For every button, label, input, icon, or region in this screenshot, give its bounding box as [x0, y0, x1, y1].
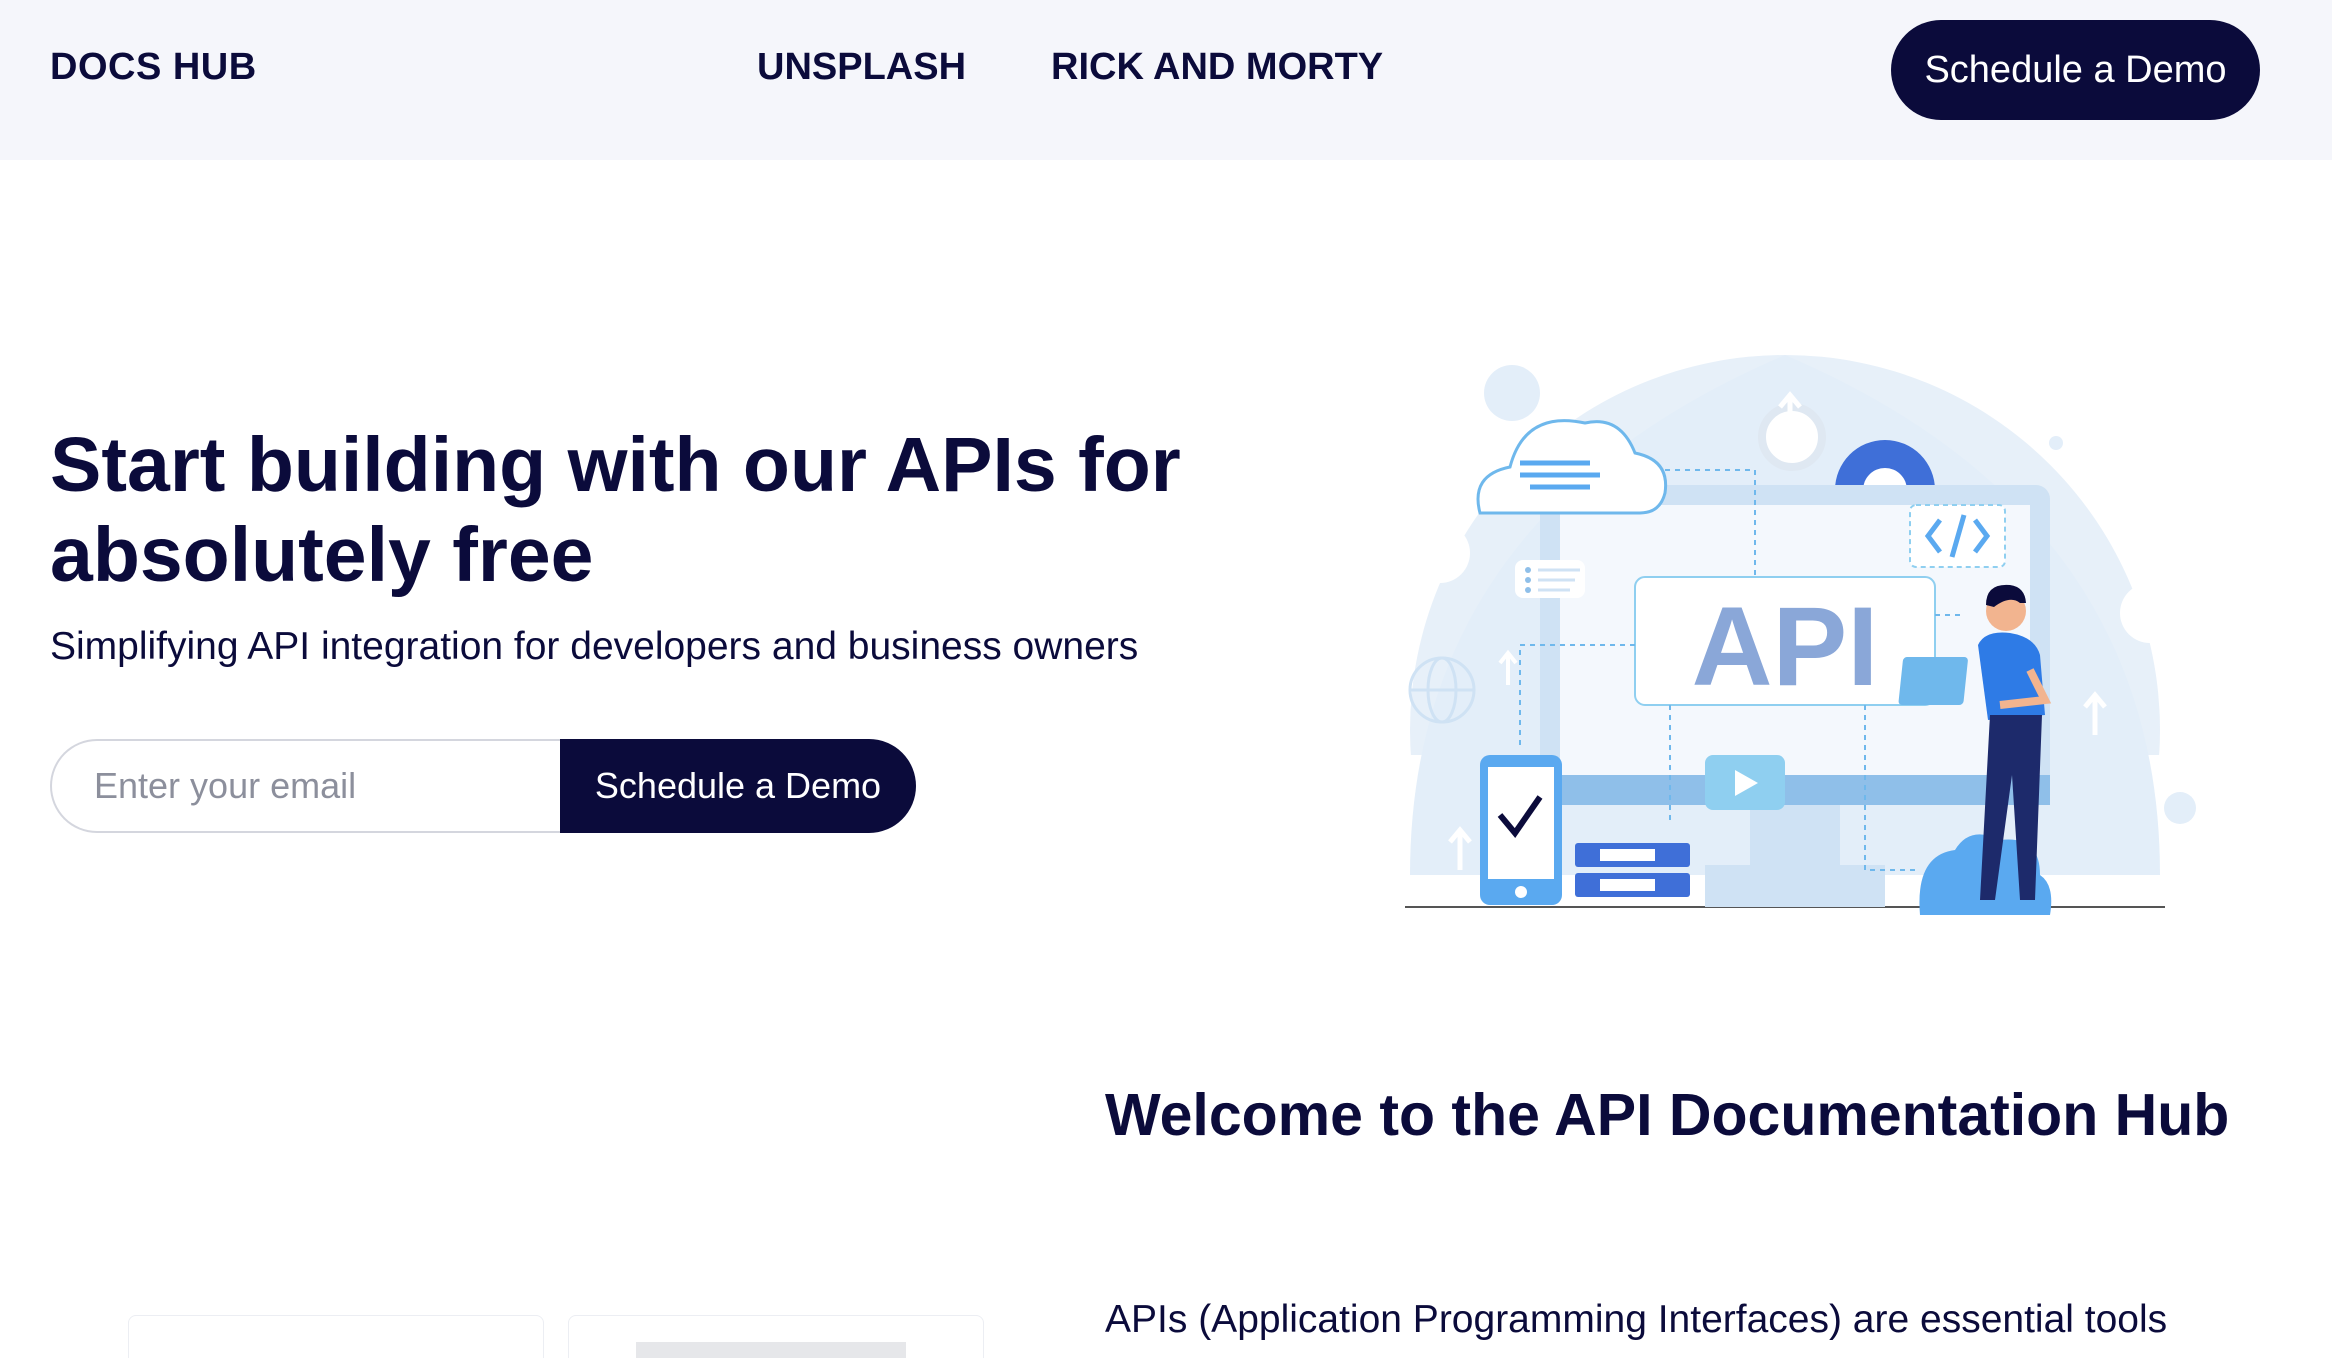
card-image-placeholder — [636, 1342, 906, 1358]
hero-title: Start building with our APIs for absolut… — [50, 422, 1181, 598]
nav-link-rick-and-morty[interactable]: RICK AND MORTY — [1051, 46, 1383, 89]
schedule-demo-hero-button[interactable]: Schedule a Demo — [560, 739, 916, 833]
hero-subtitle: Simplifying API integration for develope… — [50, 625, 1139, 668]
email-input[interactable] — [50, 739, 562, 833]
schedule-demo-nav-button[interactable]: Schedule a Demo — [1891, 20, 2260, 120]
top-navbar: DOCS HUB UNSPLASH RICK AND MORTY Schedul… — [0, 0, 2332, 160]
welcome-title: Welcome to the API Documentation Hub — [1105, 1082, 2230, 1148]
api-illustration: API — [1380, 355, 2210, 935]
api-label-text: API — [1692, 584, 1879, 709]
nav-link-unsplash[interactable]: UNSPLASH — [757, 46, 966, 89]
feature-card — [568, 1315, 984, 1358]
site-logo[interactable]: DOCS HUB — [50, 46, 257, 89]
feature-card — [128, 1315, 544, 1358]
intro-paragraph: APIs (Application Programming Interfaces… — [1105, 1298, 2168, 1341]
